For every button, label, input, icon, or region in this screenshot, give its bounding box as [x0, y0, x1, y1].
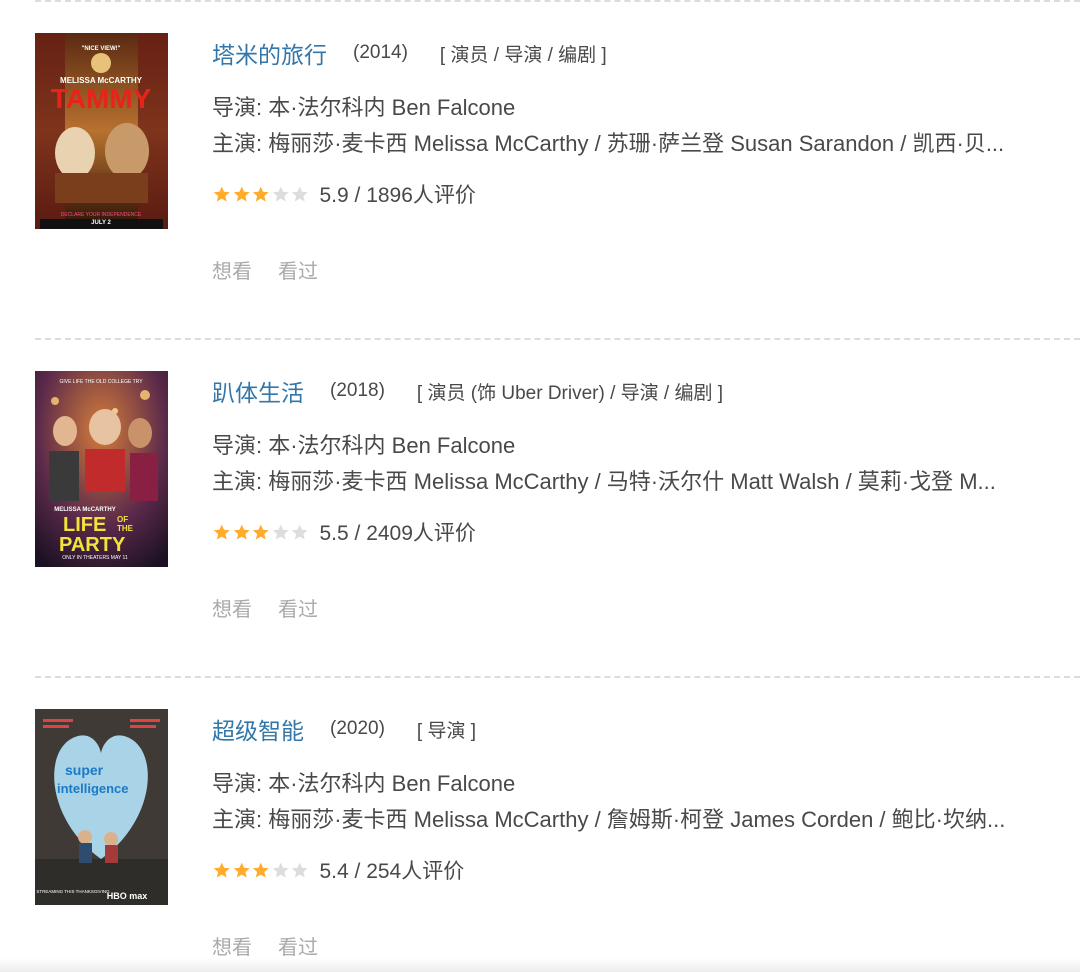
- poster-bottom: DECLARE YOUR INDEPENDENCE: [61, 212, 142, 218]
- actions: 想看 看过: [212, 593, 344, 622]
- watched-button[interactable]: 看过: [278, 931, 318, 960]
- star-empty-icon: [291, 524, 308, 540]
- actions: 想看 看过: [212, 255, 344, 284]
- film-year: (2020): [330, 718, 385, 739]
- title-row: 塔米的旅行 (2014) [ 演员 / 导演 / 编剧 ]: [212, 33, 607, 73]
- star-filled-icon: [213, 186, 230, 202]
- watched-button[interactable]: 看过: [278, 593, 318, 622]
- director-line: 导演: 本·法尔科内 Ben Falcone: [212, 95, 516, 120]
- star-filled-icon: [233, 524, 250, 540]
- cast-line: 主演: 梅丽莎·麦卡西 Melissa McCarthy / 苏珊·萨兰登 Su…: [212, 131, 1005, 156]
- poster-title: TAMMY: [51, 83, 152, 114]
- poster-title-the: THE: [117, 524, 134, 533]
- divider: [35, 338, 1080, 340]
- film-title-link[interactable]: 塔米的旅行: [212, 36, 327, 70]
- film-roles: [ 演员 / 导演 / 编剧 ]: [439, 44, 607, 66]
- star-empty-icon: [272, 862, 289, 878]
- film-year: (2018): [330, 380, 385, 401]
- watched-button[interactable]: 看过: [278, 255, 318, 284]
- want-to-watch-button[interactable]: 想看: [212, 931, 252, 960]
- rating-text: 5.4 / 254人评价: [319, 860, 465, 883]
- poster-brand: HBO max: [107, 891, 148, 901]
- star-filled-icon: [252, 186, 269, 202]
- bottom-shade: [0, 958, 1080, 972]
- poster-tagline: "NICE VIEW!": [81, 46, 120, 52]
- film-item: GIVE LIFE THE OLD COLLEGE TRY MELISSA Mc…: [35, 371, 1080, 671]
- star-empty-icon: [272, 524, 289, 540]
- star-rating: [212, 523, 310, 542]
- film-year: (2014): [353, 42, 408, 63]
- director-line: 导演: 本·法尔科内 Ben Falcone: [212, 771, 516, 796]
- divider: [35, 676, 1080, 678]
- divider: [35, 0, 1080, 2]
- star-rating: [212, 185, 310, 204]
- star-empty-icon: [291, 186, 308, 202]
- star-rating: [212, 861, 310, 880]
- star-filled-icon: [213, 862, 230, 878]
- want-to-watch-button[interactable]: 想看: [212, 255, 252, 284]
- star-filled-icon: [233, 862, 250, 878]
- star-filled-icon: [252, 862, 269, 878]
- poster-image[interactable]: GIVE LIFE THE OLD COLLEGE TRY MELISSA Mc…: [35, 371, 168, 567]
- poster-tagline: GIVE LIFE THE OLD COLLEGE TRY: [59, 379, 143, 385]
- film-title-link[interactable]: 趴体生活: [212, 374, 304, 408]
- director-line: 导演: 本·法尔科内 Ben Falcone: [212, 433, 516, 458]
- star-filled-icon: [252, 524, 269, 540]
- poster-date: ONLY IN THEATERS MAY 11: [62, 555, 128, 561]
- film-item: super intelligence STREAMING THIS THANKS…: [35, 709, 1080, 972]
- poster-title-party: PARTY: [59, 534, 126, 556]
- rating-text: 5.5 / 2409人评价: [319, 522, 476, 545]
- film-roles: [ 导演 ]: [416, 720, 477, 742]
- poster-title-super: super: [65, 762, 104, 778]
- title-row: 超级智能 (2020) [ 导演 ]: [212, 709, 476, 749]
- actions: 想看 看过: [212, 931, 344, 960]
- poster-title-life: LIFE: [63, 514, 106, 536]
- rating-row: 5.9 / 1896人评价: [212, 179, 476, 209]
- film-title-link[interactable]: 超级智能: [212, 712, 304, 746]
- film-roles: [ 演员 (饰 Uber Driver) / 导演 / 编剧 ]: [416, 382, 724, 404]
- star-empty-icon: [291, 862, 308, 878]
- poster-image[interactable]: super intelligence STREAMING THIS THANKS…: [35, 709, 168, 905]
- cast-line: 主演: 梅丽莎·麦卡西 Melissa McCarthy / 马特·沃尔什 Ma…: [212, 469, 996, 494]
- poster-bottom: STREAMING THIS THANKSGIVING: [36, 889, 110, 894]
- poster-actress: MELISSA McCARTHY: [54, 507, 115, 513]
- want-to-watch-button[interactable]: 想看: [212, 593, 252, 622]
- star-empty-icon: [272, 186, 289, 202]
- star-filled-icon: [213, 524, 230, 540]
- rating-text: 5.9 / 1896人评价: [319, 184, 476, 207]
- poster-title-intelligence: intelligence: [57, 781, 129, 796]
- rating-row: 5.4 / 254人评价: [212, 855, 464, 885]
- poster-date: JULY 2: [91, 220, 111, 226]
- star-filled-icon: [233, 186, 250, 202]
- title-row: 趴体生活 (2018) [ 演员 (饰 Uber Driver) / 导演 / …: [212, 371, 723, 411]
- poster-title-of: OF: [117, 515, 128, 524]
- poster-image[interactable]: "NICE VIEW!" MELISSA McCARTHY TAMMY DECL…: [35, 33, 168, 229]
- rating-row: 5.5 / 2409人评价: [212, 517, 476, 547]
- cast-line: 主演: 梅丽莎·麦卡西 Melissa McCarthy / 詹姆斯·柯登 Ja…: [212, 807, 1006, 832]
- film-item: "NICE VIEW!" MELISSA McCARTHY TAMMY DECL…: [35, 33, 1080, 333]
